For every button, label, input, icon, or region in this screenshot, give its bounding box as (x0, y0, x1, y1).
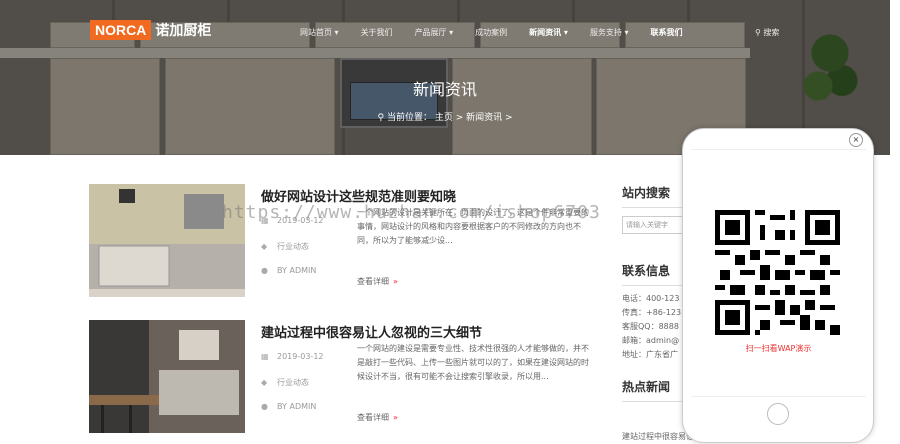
user-icon: ● (261, 402, 268, 411)
logo-badge: NORCA (90, 20, 152, 40)
article-thumbnail[interactable] (89, 184, 245, 297)
double-chevron-icon: » (393, 277, 398, 286)
article-thumbnail[interactable] (89, 320, 245, 433)
nav-home[interactable]: 网站首页 ▾ (300, 27, 339, 38)
wap-preview-popup: × 扫一扫看WAP演示 (682, 128, 874, 443)
phone-screen: 扫一扫看WAP演示 (691, 149, 866, 397)
category-text[interactable]: 行业动态 (277, 378, 309, 387)
phone-home-button (767, 403, 789, 425)
main-nav: 网站首页 ▾ 关于我们 产品展厅 ▾ 成功案例 新闻资讯 ▾ 服务支持 ▾ 联系… (300, 27, 705, 38)
date-text: 2019-03-12 (277, 352, 324, 361)
category-text[interactable]: 行业动态 (277, 242, 309, 251)
read-more-label: 查看详细 (357, 277, 389, 286)
nav-contact[interactable]: 联系我们 (651, 27, 683, 38)
user-icon: ● (261, 266, 268, 275)
article-category: ◆ 行业动态 (261, 241, 309, 252)
location-pin-icon: ⚲ (377, 113, 385, 123)
list-item: 建站过程中很容易让人忽视的三大细节 ▦ 2019-03-12 ◆ 行业动态 ● BY … (89, 320, 599, 435)
breadcrumb: ⚲ 当前位置： 主页 > 新闻资讯 > (0, 110, 890, 123)
article-date: ▦ 2019-03-12 (261, 352, 324, 361)
nav-cases[interactable]: 成功案例 (475, 27, 507, 38)
article-author: ● BY ADMIN (261, 266, 316, 275)
nav-products[interactable]: 产品展厅 ▾ (415, 27, 454, 38)
article-category: ◆ 行业动态 (261, 377, 309, 388)
tag-icon: ◆ (261, 242, 268, 251)
nav-news[interactable]: 新闻资讯 ▾ (529, 27, 568, 38)
read-more-label: 查看详细 (357, 413, 389, 422)
page-title: 新闻资讯 (412, 80, 477, 99)
read-more-link[interactable]: 查看详细 » (357, 276, 398, 287)
author-text: BY ADMIN (277, 402, 317, 411)
hot-news-item[interactable]: 建站过程中很容易让人忽视 (622, 430, 692, 444)
tag-icon: ◆ (261, 378, 268, 387)
nav-search-label: 搜索 (763, 28, 780, 37)
close-button[interactable]: × (849, 133, 863, 147)
nav-service[interactable]: 服务支持 ▾ (590, 27, 629, 38)
author-text: BY ADMIN (277, 266, 317, 275)
article-summary: 一个网站的建设是需要专业性、技术性很强的人才能够做的，并不是敲打一些代码、上传一… (357, 344, 589, 381)
nav-about[interactable]: 关于我们 (361, 27, 393, 38)
read-more-link[interactable]: 查看详细 » (357, 412, 398, 423)
qr-caption: 扫一扫看WAP演示 (745, 344, 812, 353)
nav-search[interactable]: ⚲ 搜索 (755, 27, 779, 38)
article-author: ● BY ADMIN (261, 402, 316, 411)
watermark-text: https://www.huzhan.com/ishop6703 (222, 202, 601, 223)
logo-name: 诺加厨柜 (155, 23, 212, 39)
site-logo[interactable]: NORCA 诺加厨柜 (90, 20, 211, 40)
breadcrumb-text: 当前位置： 主页 > 新闻资讯 > (386, 113, 513, 123)
calendar-icon: ▦ (261, 352, 269, 361)
search-icon: ⚲ (755, 28, 761, 37)
qr-code (715, 210, 840, 335)
article-title[interactable]: 建站过程中很容易让人忽视的三大细节 (261, 322, 482, 341)
double-chevron-icon: » (393, 413, 398, 422)
